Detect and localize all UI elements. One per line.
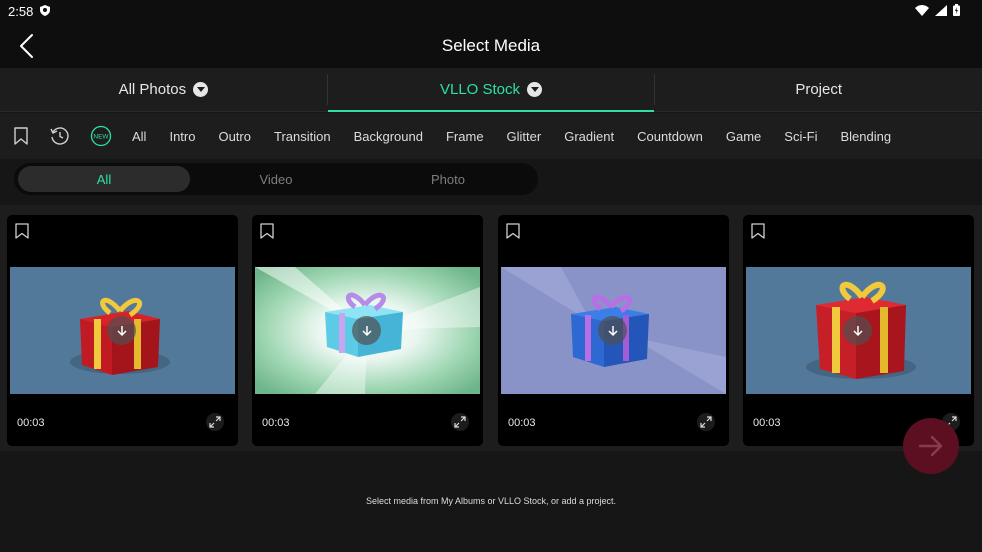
duration-label: 00:03: [753, 417, 781, 429]
download-icon[interactable]: [598, 316, 627, 345]
signal-icon: [935, 4, 947, 16]
category-glitter[interactable]: Glitter: [507, 129, 542, 144]
category-intro[interactable]: Intro: [169, 129, 195, 144]
bookmark-icon[interactable]: [260, 223, 274, 239]
tab-label: VLLO Stock: [439, 81, 521, 98]
arrow-right-icon: [918, 435, 943, 457]
category-sci-fi[interactable]: Sci-Fi: [784, 129, 817, 144]
tab-project[interactable]: Project: [655, 68, 982, 111]
bookmark-icon[interactable]: [751, 223, 765, 239]
expand-icon[interactable]: [451, 413, 469, 431]
new-badge-text: NEW: [93, 134, 109, 141]
download-icon[interactable]: [107, 316, 136, 345]
media-grid: 00:03 00:03 00:03 00:03: [0, 205, 982, 451]
footer: Select media from My Albums or VLLO Stoc…: [0, 451, 982, 552]
wifi-icon: [915, 4, 929, 16]
bookmark-icon[interactable]: [12, 126, 30, 146]
shield-icon: [40, 5, 50, 16]
filter-video[interactable]: Video: [190, 166, 362, 192]
tab-vllo-stock[interactable]: VLLO Stock: [327, 68, 655, 112]
next-button[interactable]: [903, 418, 959, 474]
status-bar: 2:58: [0, 0, 982, 24]
tab-all-photos[interactable]: All Photos: [0, 68, 327, 111]
category-countdown[interactable]: Countdown: [637, 129, 703, 144]
bookmark-icon[interactable]: [506, 223, 520, 239]
recent-clock-icon[interactable]: [50, 126, 70, 146]
media-card[interactable]: 00:03: [743, 215, 974, 446]
tab-label: All Photos: [118, 81, 187, 98]
new-badge-icon[interactable]: NEW: [90, 125, 112, 147]
category-transition[interactable]: Transition: [274, 129, 331, 144]
category-gradient[interactable]: Gradient: [564, 129, 614, 144]
download-icon[interactable]: [352, 316, 381, 345]
category-bar: NEW All Intro Outro Transition Backgroun…: [0, 113, 982, 159]
category-frame[interactable]: Frame: [446, 129, 484, 144]
tab-label: Project: [795, 81, 843, 98]
app-header: Select Media: [0, 24, 982, 68]
media-card[interactable]: 00:03: [7, 215, 238, 446]
bookmark-icon[interactable]: [15, 223, 29, 239]
media-card[interactable]: 00:03: [498, 215, 729, 446]
chevron-down-icon: [193, 82, 209, 97]
filter-all[interactable]: All: [18, 166, 190, 192]
media-card[interactable]: 00:03: [252, 215, 483, 446]
duration-label: 00:03: [508, 417, 536, 429]
category-outro[interactable]: Outro: [218, 129, 251, 144]
category-background[interactable]: Background: [354, 129, 423, 144]
source-tabs: All Photos VLLO Stock Project: [0, 68, 982, 112]
chevron-down-icon: [527, 82, 543, 97]
footer-hint: Select media from My Albums or VLLO Stoc…: [365, 496, 617, 506]
page-title: Select Media: [441, 36, 541, 55]
media-type-filter: All Video Photo: [14, 163, 538, 195]
status-time: 2:58: [8, 4, 34, 19]
category-game[interactable]: Game: [726, 129, 761, 144]
category-all[interactable]: All: [132, 129, 146, 144]
system-icons: [915, 4, 960, 16]
category-blending[interactable]: Blending: [841, 129, 892, 144]
battery-icon: [953, 4, 960, 16]
download-icon[interactable]: [843, 316, 872, 345]
expand-icon[interactable]: [206, 413, 224, 431]
filter-photo[interactable]: Photo: [362, 166, 534, 192]
duration-label: 00:03: [17, 417, 45, 429]
expand-icon[interactable]: [697, 413, 715, 431]
duration-label: 00:03: [262, 417, 290, 429]
